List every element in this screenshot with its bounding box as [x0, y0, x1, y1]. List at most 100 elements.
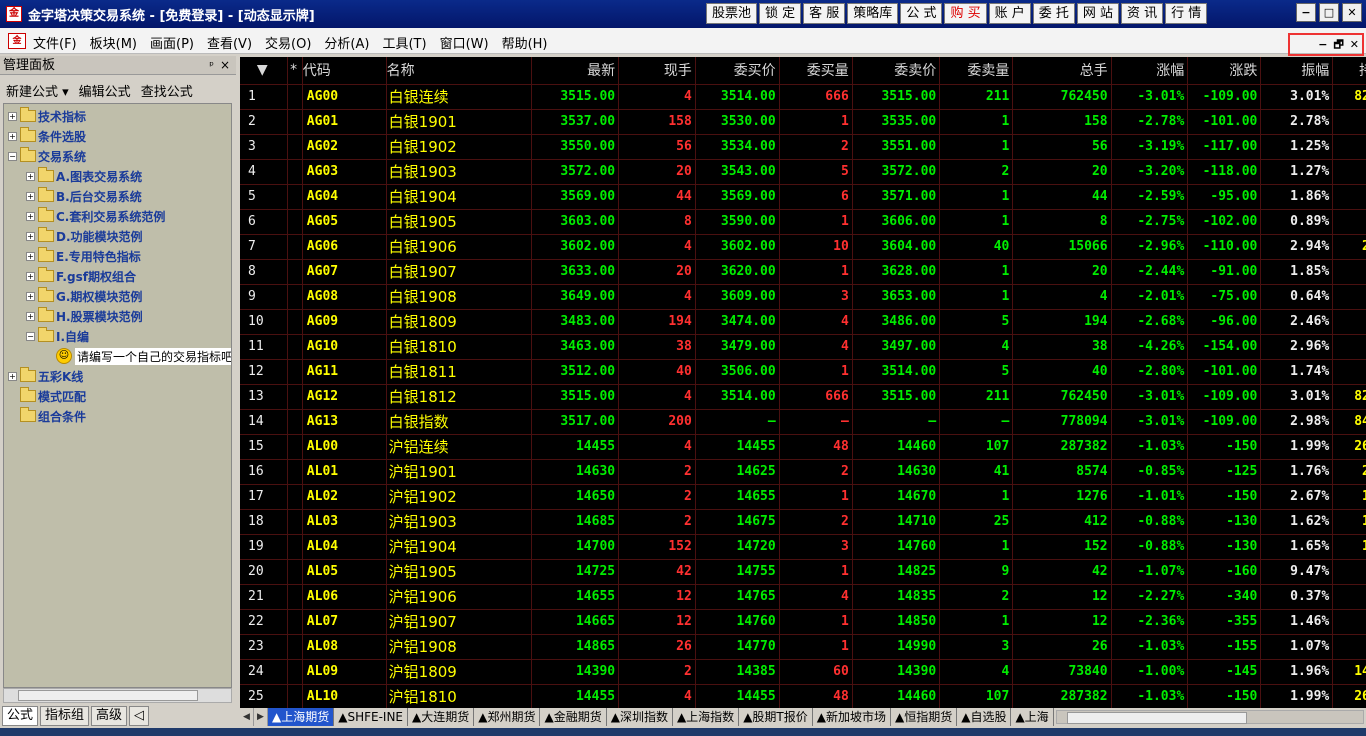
table-row[interactable]: 3 AG02 白银1902 3550.00 56 3534.00 2 3551.00 1 56 -3…: [240, 134, 1366, 160]
market-tab[interactable]: ▲郑州期货: [474, 708, 541, 726]
table-row[interactable]: 5 AG04 白银1904 3569.00 44 3569.00 6 3571.00 1 44 -2…: [240, 184, 1366, 210]
expand-toggle-icon[interactable]: +: [26, 271, 35, 281]
toolbar-button[interactable]: 网 站: [1076, 3, 1120, 24]
menu-item[interactable]: 板块(M): [90, 33, 137, 52]
column-header[interactable]: 总手: [1012, 57, 1112, 85]
tree-node[interactable]: + D.功能模块范例: [26, 226, 143, 246]
table-row[interactable]: 25 AL10 沪铝1810 14455 4 14455 48 14460 107 287382-…: [240, 684, 1366, 708]
table-row[interactable]: 18 AL03 沪铝1903 14685 2 14675 2 14710 25 412 -0.88%…: [240, 509, 1366, 535]
toolbar-button[interactable]: 公 式: [900, 3, 943, 24]
expand-toggle-icon[interactable]: −: [8, 151, 17, 161]
menu-item[interactable]: 交易(O): [265, 33, 311, 52]
toolbar-button[interactable]: 行 情: [1165, 3, 1208, 24]
menu-item[interactable]: 工具(T): [382, 33, 426, 52]
expand-toggle-icon[interactable]: +: [26, 211, 35, 221]
scroll-thumb[interactable]: [18, 690, 198, 701]
toolbar-button[interactable]: 股票池: [706, 3, 758, 24]
close-icon[interactable]: ✕: [1342, 3, 1362, 22]
tree-node[interactable]: − I.自编: [26, 326, 89, 346]
panel-tool-button[interactable]: 查找公式: [141, 81, 193, 101]
tree-node[interactable]: + 技术指标: [8, 106, 86, 126]
tree-node[interactable]: + H.股票模块范例: [26, 306, 143, 326]
scroll-thumb[interactable]: [1066, 712, 1247, 724]
tree-node[interactable]: + B.后台交易系统: [26, 186, 142, 206]
table-row[interactable]: 16 AL01 沪铝1901 14630 2 14625 2 14630 41 8574 -0.85…: [240, 459, 1366, 485]
market-tab[interactable]: ▲恒指期货: [891, 708, 958, 726]
expand-toggle-icon[interactable]: +: [26, 191, 35, 201]
table-row[interactable]: 13 AG12 白银1812 3515.00 4 3514.00 666 3515.00 211…: [240, 384, 1366, 410]
table-row[interactable]: 12 AG11 白银1811 3512.00 40 3506.00 1 3514.00 5 40-…: [240, 359, 1366, 385]
market-tab[interactable]: ▲SHFE-INE: [334, 708, 409, 726]
table-row[interactable]: 14 AG13 白银指数 3517.00 200— — — —778094 -3.01% -109…: [240, 409, 1366, 435]
tree-node[interactable]: + F.gsf期权组合: [26, 266, 136, 286]
expand-toggle-icon[interactable]: +: [8, 371, 17, 381]
minimize-icon[interactable]: −: [1296, 3, 1316, 22]
panel-tool-button[interactable]: 编辑公式: [79, 81, 131, 101]
column-header[interactable]: *: [287, 57, 303, 85]
mdi-close-icon[interactable]: ✕: [1350, 35, 1359, 54]
tree-node[interactable]: 模式匹配: [8, 386, 86, 406]
table-row[interactable]: 15 AL00 沪铝连续 14455 4 14455 48 14460 107 287382 -1.…: [240, 434, 1366, 460]
market-tab[interactable]: ▲新加坡市场: [813, 708, 891, 726]
table-row[interactable]: 9 AG08 白银1908 3649.00 4 3609.00 3 3653.00 1 4 -2.0…: [240, 284, 1366, 310]
column-header[interactable]: 委买价: [695, 57, 780, 85]
panel-tab[interactable]: 高级: [91, 706, 128, 726]
tree-node[interactable]: 组合条件: [8, 406, 86, 426]
column-header[interactable]: 持仓量: [1332, 57, 1366, 85]
tab-scroll-right-icon[interactable]: ▶: [254, 708, 268, 726]
expand-toggle-icon[interactable]: +: [26, 291, 35, 301]
panel-close-icon[interactable]: ×: [220, 56, 230, 75]
column-header[interactable]: 名称: [386, 57, 532, 85]
menu-item[interactable]: 窗口(W): [440, 33, 489, 52]
table-row[interactable]: 17 AL02 沪铝1902 14650 2 14655 1 14670 1 1276 -1.01%…: [240, 484, 1366, 510]
market-tab[interactable]: ▲上海期货: [268, 708, 335, 726]
table-row[interactable]: 20 AL05 沪铝1905 14725 42 14755 1 14825 9 42 -1.07% -…: [240, 559, 1366, 585]
expand-toggle-icon[interactable]: +: [8, 131, 17, 141]
expand-toggle-icon[interactable]: +: [8, 111, 17, 121]
toolbar-button[interactable]: 资 讯: [1121, 3, 1164, 24]
column-header[interactable]: 振幅: [1260, 57, 1334, 85]
panel-tool-button[interactable]: 新建公式 ▾: [6, 81, 69, 101]
expand-toggle-icon[interactable]: +: [26, 311, 35, 321]
column-header[interactable]: 委卖价: [852, 57, 941, 85]
menu-item[interactable]: 帮助(H): [502, 33, 548, 52]
market-tab[interactable]: ▲金融期货: [540, 708, 607, 726]
menu-item[interactable]: 文件(F): [33, 33, 77, 52]
menu-item[interactable]: 分析(A): [324, 33, 369, 52]
panel-tab[interactable]: 公式: [2, 706, 39, 726]
toolbar-button[interactable]: 账 户: [988, 3, 1031, 24]
table-row[interactable]: 11 AG10 白银1810 3463.00 38 3479.00 4 3497.00 4 38-…: [240, 334, 1366, 360]
market-tab[interactable]: ▲上海: [1011, 708, 1054, 726]
column-header[interactable]: ▼: [240, 57, 289, 85]
column-header[interactable]: 涨幅: [1111, 57, 1189, 85]
column-header[interactable]: 最新: [531, 57, 620, 85]
expand-toggle-icon[interactable]: −: [26, 331, 35, 341]
panel-tab[interactable]: ◁: [129, 706, 150, 726]
table-row[interactable]: 19 AL04 沪铝1904 14700 152 14720 3 14760 1 152 -0.88…: [240, 534, 1366, 560]
table-row[interactable]: 8 AG07 白银1907 3633.00 20 3620.00 1 3628.00 1 20 -2…: [240, 259, 1366, 285]
table-row[interactable]: 1 AG00 白银连续 3515.00 4 3514.00 666 3515.00 211 762…: [240, 84, 1366, 110]
maximize-icon[interactable]: □: [1319, 3, 1339, 22]
horizontal-scrollbar[interactable]: [1055, 710, 1364, 724]
table-row[interactable]: 6 AG05 白银1905 3603.00 8 3590.00 1 3606.00 1 8 -2.7…: [240, 209, 1366, 235]
table-row[interactable]: 10 AG09 白银1809 3483.00 194 3474.00 4 3486.00 5 19…: [240, 309, 1366, 335]
expand-toggle-icon[interactable]: +: [26, 171, 35, 181]
column-header[interactable]: 涨跌: [1187, 57, 1262, 85]
toolbar-button[interactable]: 策略库: [847, 3, 899, 24]
tree-node[interactable]: + 条件选股: [8, 126, 86, 146]
tab-scroll-left-icon[interactable]: ◀: [240, 708, 254, 726]
pin-icon[interactable]: ᵖ: [209, 56, 214, 75]
tree-node[interactable]: ☺ 请编写一个自己的交易指标吧: [44, 346, 231, 366]
table-row[interactable]: 7 AG06 白银1906 3602.00 4 3602.00 10 3604.00 40 150…: [240, 234, 1366, 260]
tree-node[interactable]: + A.图表交易系统: [26, 166, 142, 186]
panel-horizontal-scrollbar[interactable]: [3, 688, 232, 703]
market-tab[interactable]: ▲深圳指数: [607, 708, 673, 726]
market-tab[interactable]: ▲上海指数: [673, 708, 740, 726]
table-row[interactable]: 2 AG01 白银1901 3537.00 158 3530.00 1 3535.00 1 158…: [240, 109, 1366, 135]
table-row[interactable]: 4 AG03 白银1903 3572.00 20 3543.00 5 3572.00 2 20 -3…: [240, 159, 1366, 185]
menu-item[interactable]: 查看(V): [207, 33, 252, 52]
menu-logo-icon[interactable]: 金: [8, 33, 26, 49]
market-tab[interactable]: ▲自选股: [957, 708, 1012, 726]
table-row[interactable]: 22 AL07 沪铝1907 14665 12 14760 1 14850 1 12 -2.36% -…: [240, 609, 1366, 635]
mdi-minimize-icon[interactable]: −: [1318, 35, 1327, 54]
